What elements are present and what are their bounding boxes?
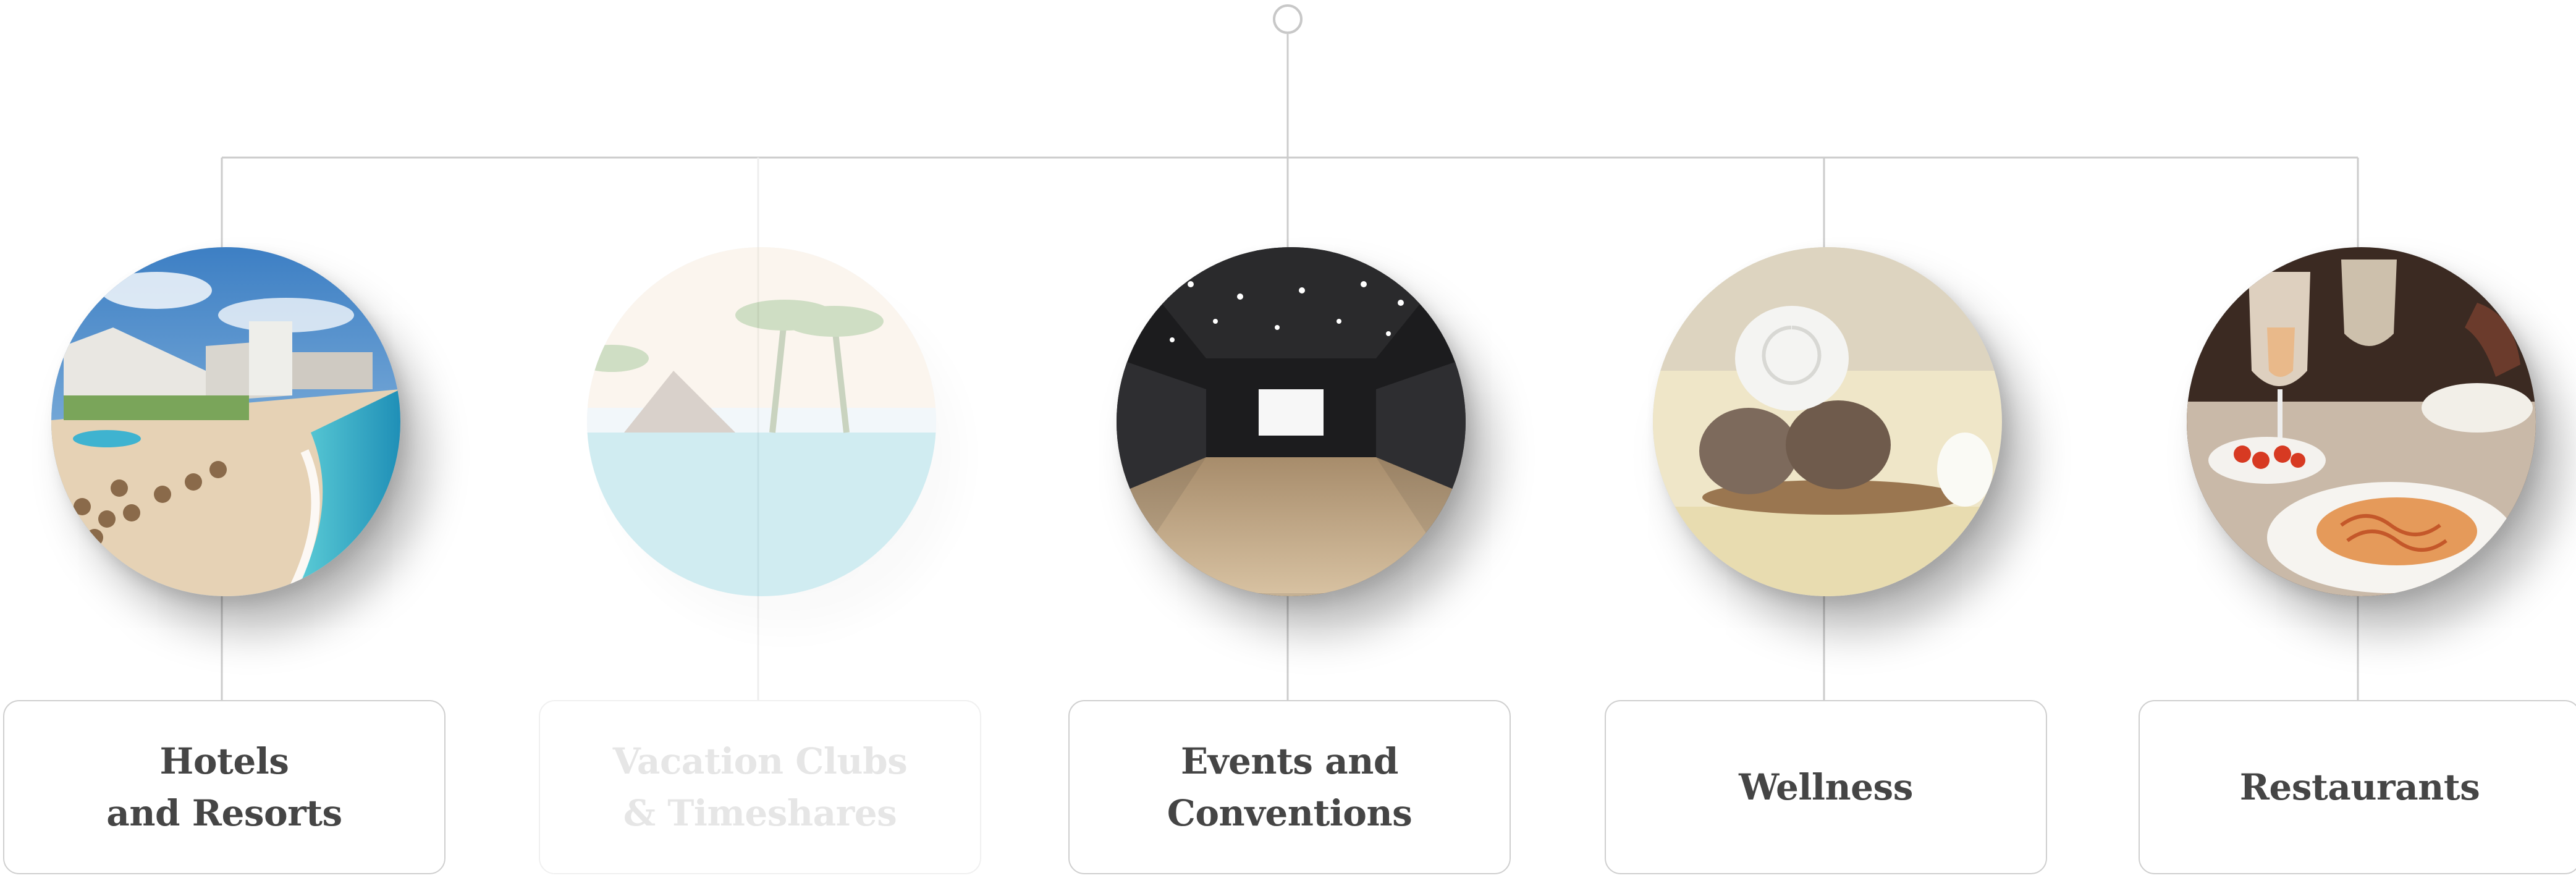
events-conventions-photo [1117,247,1466,596]
label-box-hotels[interactable]: Hotels and Resorts [3,700,446,874]
vacation-clubs-photo [587,247,936,596]
label-hotels: Hotels and Resorts [106,740,342,834]
wellness-photo [1653,247,2002,596]
node-restaurants[interactable]: Restaurants [2139,0,2576,878]
label-events: Events and Conventions [1167,740,1413,834]
node-vacation-clubs-timeshares[interactable]: Vacation Clubs & Timeshares [539,0,984,878]
label-box-wellness[interactable]: Wellness [1605,700,2047,874]
node-events-and-conventions[interactable]: Events and Conventions [1068,0,1513,878]
label-box-events[interactable]: Events and Conventions [1068,700,1511,874]
label-vacation-clubs: Vacation Clubs & Timeshares [612,740,908,834]
hotels-resorts-photo [51,247,400,596]
label-restaurants: Restaurants [2239,766,2480,808]
restaurants-photo [2187,247,2536,596]
node-wellness[interactable]: Wellness [1605,0,2050,878]
label-box-restaurants[interactable]: Restaurants [2139,700,2576,874]
node-hotels-and-resorts[interactable]: Hotels and Resorts [3,0,448,878]
label-box-vacation-clubs[interactable]: Vacation Clubs & Timeshares [539,700,981,874]
label-wellness: Wellness [1739,766,1913,808]
